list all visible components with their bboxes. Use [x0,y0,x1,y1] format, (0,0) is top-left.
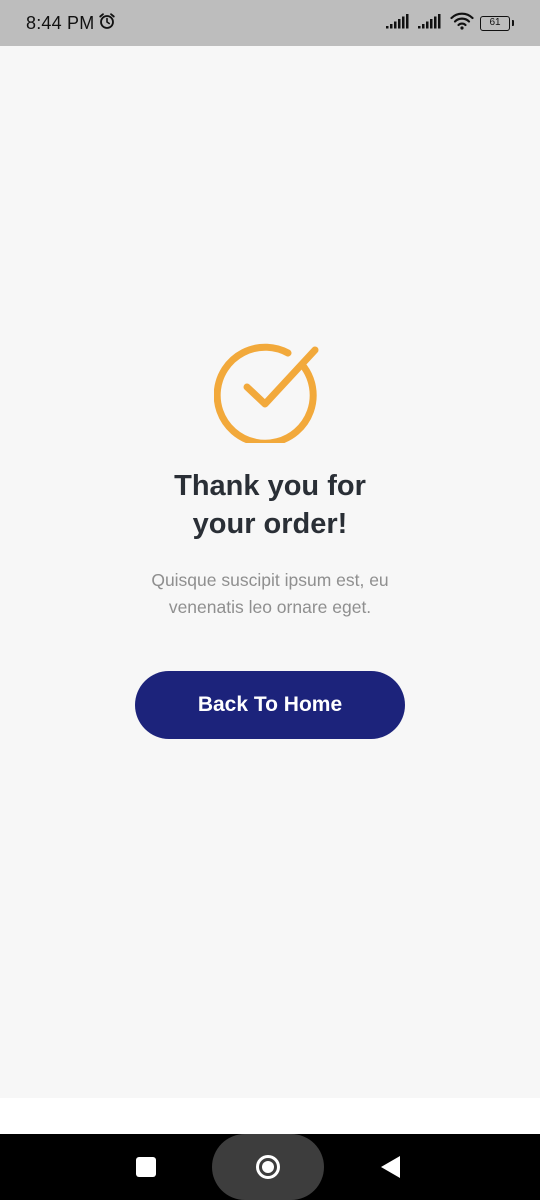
message-line-1: Quisque suscipit ipsum est, eu [151,570,389,590]
wifi-icon [450,12,474,35]
signal-icon [386,13,412,34]
battery-level: 61 [489,17,501,28]
check-circle-icon [214,343,319,443]
home-button[interactable] [212,1134,324,1200]
signal-icon [418,13,444,34]
confirmation-message: Quisque suscipit ipsum est, eu venenatis… [0,567,540,621]
status-bar: 8:44 PM 61 [0,0,540,46]
bottom-strip [0,1098,540,1134]
title-line-2: your order! [192,508,348,540]
back-to-home-button[interactable]: Back To Home [135,671,405,739]
status-time: 8:44 PM [26,12,95,33]
back-icon[interactable] [381,1156,400,1178]
alarm-icon [98,12,116,35]
message-line-2: venenatis leo ornare eget. [168,597,372,617]
battery-icon: 61 [480,15,514,31]
home-icon[interactable] [256,1155,280,1179]
order-confirmation-screen: Thank you for your order! Quisque suscip… [0,46,540,1098]
confirmation-title: Thank you for your order! [0,467,540,543]
system-nav-bar [0,1134,540,1200]
status-left: 8:44 PM [26,0,116,46]
status-right: 61 [386,0,514,46]
recent-apps-icon[interactable] [136,1157,156,1177]
title-line-1: Thank you for [174,470,366,502]
